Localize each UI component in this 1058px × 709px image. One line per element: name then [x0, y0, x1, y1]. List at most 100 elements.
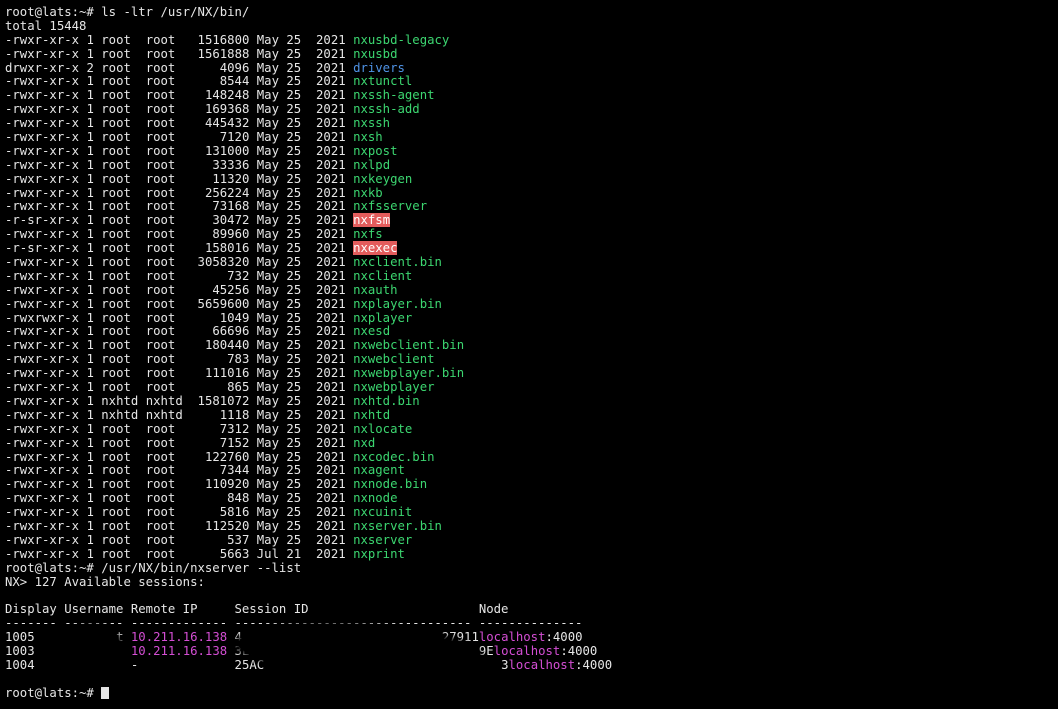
file-name: nxplayer	[353, 310, 413, 325]
file-permissions: -rwxr-xr-x	[5, 477, 80, 492]
file-name: nxagent	[353, 463, 405, 478]
command-line-nxserver: root@lats:~# /usr/NX/bin/nxserver --list	[5, 560, 1058, 576]
file-day: 25	[286, 366, 302, 381]
file-permissions: -rwxr-xr-x	[5, 518, 80, 533]
file-day: 25	[286, 255, 302, 270]
file-year: 2021	[316, 227, 346, 242]
command-line-current[interactable]: root@lats:~#	[5, 685, 1058, 701]
file-month: May	[256, 380, 279, 395]
file-permissions: -rwxr-xr-x	[5, 505, 80, 520]
file-group: root	[145, 366, 176, 381]
shell-prompt: root@lats:~#	[5, 685, 102, 700]
file-permissions: -rwxr-xr-x	[5, 88, 80, 103]
file-day: 25	[286, 46, 302, 61]
file-size: 122760	[204, 449, 250, 464]
text-cursor	[101, 686, 110, 699]
file-group: root	[145, 324, 176, 339]
file-permissions: -rwxr-xr-x	[5, 352, 80, 367]
file-permissions: -rwxr-xr-x	[5, 143, 80, 158]
file-permissions: -rwxr-xr-x	[5, 282, 80, 297]
session-node-host: localhost	[478, 630, 546, 645]
file-links: 1	[86, 296, 94, 311]
file-day: 25	[286, 171, 302, 186]
file-size: 732	[227, 268, 250, 283]
file-group: root	[145, 32, 176, 47]
file-month: May	[256, 393, 279, 408]
file-year: 2021	[316, 157, 346, 172]
sessions-rule: ------- -------- ------------- ---------…	[5, 616, 583, 631]
list-item: drwxr-xr-x 2 root root 4096 May 25 2021 …	[5, 61, 1058, 76]
file-month: May	[256, 268, 279, 283]
file-permissions: -rwxr-xr-x	[5, 199, 80, 214]
file-month: May	[256, 532, 279, 547]
file-size: 112520	[204, 518, 250, 533]
file-permissions: -rwxr-xr-x	[5, 255, 80, 270]
file-permissions: -rwxr-xr-x	[5, 393, 80, 408]
file-day: 25	[286, 88, 302, 103]
file-month: May	[256, 518, 279, 533]
file-month: May	[256, 255, 279, 270]
file-month: May	[256, 143, 279, 158]
file-name: nxlpd	[353, 157, 391, 172]
file-group: root	[145, 532, 176, 547]
file-owner: root	[101, 532, 131, 547]
file-name: nxfs	[353, 227, 383, 242]
file-name: nxplayer.bin	[353, 296, 442, 311]
file-permissions: -r-sr-xr-x	[5, 241, 80, 256]
file-links: 1	[86, 241, 94, 256]
file-year: 2021	[316, 352, 346, 367]
file-name: nxhtd.bin	[353, 393, 420, 408]
file-permissions: -rwxr-xr-x	[5, 46, 80, 61]
file-month: May	[256, 435, 279, 450]
file-year: 2021	[316, 32, 346, 47]
file-month: May	[256, 310, 279, 325]
file-permissions: -rwxr-xr-x	[5, 421, 80, 436]
file-day: 25	[286, 532, 302, 547]
file-owner: root	[101, 74, 131, 89]
file-size: 1049	[219, 310, 250, 325]
file-group: root	[145, 255, 176, 270]
file-links: 1	[86, 157, 94, 172]
session-remote-ip: -	[130, 657, 139, 672]
file-day: 25	[286, 435, 302, 450]
file-year: 2021	[316, 74, 346, 89]
file-year: 2021	[316, 491, 346, 506]
file-name: nxkeygen	[353, 171, 413, 186]
list-item: -rwxr-xr-x 1 root root 7344 May 25 2021 …	[5, 463, 1058, 478]
file-day: 25	[286, 324, 302, 339]
file-day: 25	[286, 352, 302, 367]
file-permissions: -rwxr-xr-x	[5, 102, 80, 117]
file-owner: root	[101, 32, 131, 47]
shell-prompt: root@lats:~#	[5, 5, 102, 19]
file-name: nxusbd-legacy	[353, 32, 450, 47]
file-group: root	[145, 74, 176, 89]
file-year: 2021	[316, 46, 346, 61]
list-item: -rwxr-xr-x 1 root root 110920 May 25 202…	[5, 477, 1058, 492]
terminal-window[interactable]: root@lats:~# ls -ltr /usr/NX/bin/ total …	[0, 0, 1058, 709]
file-size: 8544	[219, 74, 250, 89]
file-group: root	[145, 463, 176, 478]
file-year: 2021	[316, 296, 346, 311]
file-name: nxhtd	[353, 407, 391, 422]
list-item: -rwxr-xr-x 1 root root 848 May 25 2021 n…	[5, 491, 1058, 506]
file-group: root	[145, 171, 176, 186]
file-permissions: -rwxrwxr-x	[5, 310, 80, 325]
file-day: 25	[286, 477, 302, 492]
file-group: root	[145, 88, 176, 103]
file-month: May	[256, 449, 279, 464]
file-year: 2021	[316, 143, 346, 158]
file-group: root	[145, 227, 176, 242]
file-owner: root	[101, 546, 131, 561]
file-day: 25	[286, 296, 302, 311]
file-month: May	[256, 74, 279, 89]
command-text: /usr/NX/bin/nxserver --list	[101, 560, 302, 575]
file-day: 25	[286, 143, 302, 158]
file-month: May	[256, 227, 280, 242]
list-item: -rwxr-xr-x 1 nxhtd nxhtd 1118 May 25 202…	[5, 407, 1058, 423]
file-month: May	[256, 338, 279, 353]
file-day: 25	[286, 227, 302, 242]
file-month: May	[256, 421, 279, 436]
file-year: 2021	[316, 532, 346, 547]
list-item: -rwxr-xr-x 1 root root 5816 May 25 2021 …	[5, 505, 1058, 520]
file-links: 1	[86, 505, 94, 520]
